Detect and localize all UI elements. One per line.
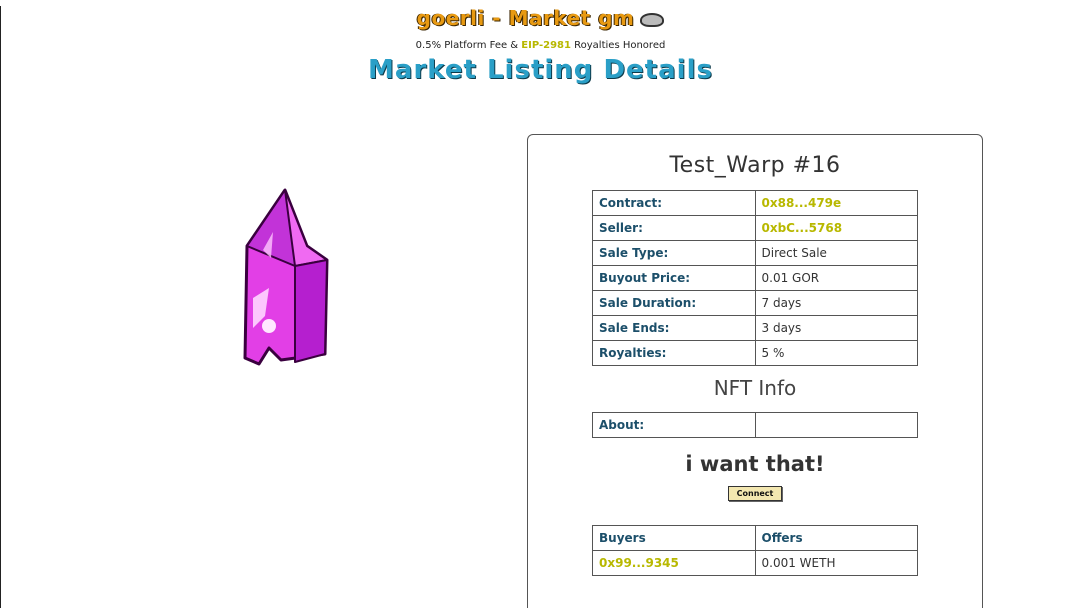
table-row: Sale Ends: 3 days [592, 315, 918, 341]
listing-details-table: Contract: 0x88...479e Seller: 0xbC...576… [592, 190, 918, 366]
contract-label: Contract: [592, 190, 756, 216]
sale-duration-value: 7 days [754, 290, 918, 316]
about-label: About: [592, 412, 756, 438]
cap-icon [640, 12, 665, 27]
royalties-label: Royalties: [592, 340, 756, 366]
page-title: Market Listing Details [368, 55, 713, 85]
offer-amount: 0.001 WETH [754, 550, 918, 576]
offers-table: Buyers Offers 0x99...9345 0.001 WETH [592, 525, 918, 576]
table-row: Sale Duration: 7 days [592, 290, 918, 316]
table-row: Seller: 0xbC...5768 [592, 215, 918, 241]
purchase-title: i want that! [685, 452, 825, 476]
sale-ends-label: Sale Ends: [592, 315, 756, 341]
table-row: 0x99...9345 0.001 WETH [592, 550, 918, 576]
buyout-price-value: 0.01 GOR [754, 265, 918, 291]
buyers-header: Buyers [592, 525, 756, 551]
fee-suffix: Royalties Honored [570, 40, 666, 51]
seller-address-link[interactable]: 0xbC...5768 [754, 215, 918, 241]
fee-prefix: 0.5% Platform Fee & [415, 40, 522, 51]
royalties-value: 5 % [754, 340, 918, 366]
connect-wallet-button[interactable]: Connect [727, 486, 783, 501]
sale-type-value: Direct Sale [754, 240, 918, 266]
table-row: Sale Type: Direct Sale [592, 240, 918, 266]
offers-header: Offers [754, 525, 918, 551]
contract-address-link[interactable]: 0x88...479e [754, 190, 918, 216]
nft-image-crystal [243, 188, 329, 366]
header: goerli - Market gm 0.5% Platform Fee & E… [1, 6, 1080, 85]
sale-type-label: Sale Type: [592, 240, 756, 266]
nft-name: Test_Warp #16 [669, 153, 841, 178]
nft-info-table: About: [592, 412, 918, 438]
eip-link[interactable]: EIP-2981 [521, 40, 571, 51]
sale-ends-value: 3 days [754, 315, 918, 341]
listing-panel: Test_Warp #16 Contract: 0x88...479e Sell… [527, 134, 983, 608]
site-title-text[interactable]: goerli - Market gm [417, 6, 635, 30]
table-row: Contract: 0x88...479e [592, 190, 918, 216]
table-row: Royalties: 5 % [592, 340, 918, 366]
table-header-row: Buyers Offers [592, 525, 918, 551]
buyer-address-link[interactable]: 0x99...9345 [592, 550, 756, 576]
table-row: About: [592, 412, 918, 438]
site-title[interactable]: goerli - Market gm [1, 6, 1080, 30]
buyout-price-label: Buyout Price: [592, 265, 756, 291]
fee-notice: 0.5% Platform Fee & EIP-2981 Royalties H… [1, 40, 1080, 51]
seller-label: Seller: [592, 215, 756, 241]
table-row: Buyout Price: 0.01 GOR [592, 265, 918, 291]
about-value [754, 412, 918, 438]
page: goerli - Market gm 0.5% Platform Fee & E… [0, 6, 1080, 608]
sale-duration-label: Sale Duration: [592, 290, 756, 316]
nft-info-title: NFT Info [713, 376, 797, 400]
